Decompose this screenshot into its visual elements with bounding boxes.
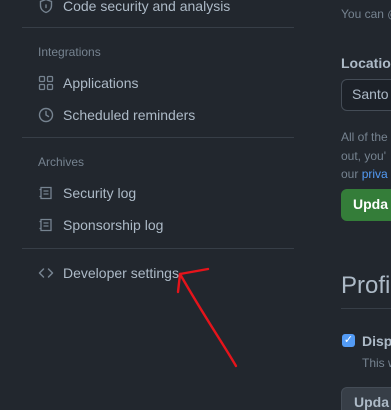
shield-lock-icon — [38, 0, 54, 14]
sidebar-item-applications[interactable]: Applications — [32, 67, 294, 99]
update-preferences-button[interactable]: Upda — [341, 387, 391, 410]
divider — [22, 137, 294, 138]
sidebar-item-sponsorship-log[interactable]: Sponsorship log — [32, 209, 294, 241]
sidebar-item-label: Sponsorship log — [63, 217, 164, 233]
location-label: Locatio — [341, 55, 391, 71]
sidebar-item-code-security[interactable]: Code security and analysis — [32, 0, 294, 22]
main-content: You can @ Locatio Santo All of the out, … — [330, 0, 391, 410]
info-text-line: All of the — [341, 130, 388, 144]
log-icon — [38, 217, 54, 233]
display-checkbox-label: Displ — [362, 333, 391, 349]
display-checkbox[interactable]: ✓ — [342, 334, 355, 347]
apps-icon — [38, 75, 54, 91]
sidebar-item-label: Security log — [63, 185, 137, 201]
settings-sidebar: Code security and analysis Integrations … — [22, 0, 294, 410]
clock-icon — [38, 107, 54, 123]
section-heading-archives: Archives — [38, 155, 85, 169]
info-text-line: out, you' — [341, 149, 386, 163]
sidebar-item-security-log[interactable]: Security log — [32, 177, 294, 209]
divider — [341, 308, 391, 309]
sidebar-item-label: Scheduled reminders — [63, 107, 196, 123]
mention-help-text: You can @ — [341, 7, 391, 21]
info-text-prefix: our — [341, 167, 362, 181]
sidebar-item-label: Applications — [63, 75, 139, 91]
update-profile-button[interactable]: Upda — [341, 189, 391, 221]
divider — [22, 27, 294, 28]
section-heading-integrations: Integrations — [38, 45, 101, 59]
info-text-line: our priva — [341, 167, 388, 181]
sidebar-item-label: Developer settings — [63, 265, 179, 281]
code-icon — [38, 265, 54, 281]
sidebar-item-scheduled-reminders[interactable]: Scheduled reminders — [32, 99, 294, 131]
sidebar-item-label: Code security and analysis — [63, 0, 231, 14]
divider — [22, 248, 294, 249]
profile-section-title: Profi — [341, 272, 391, 299]
sidebar-item-developer-settings[interactable]: Developer settings — [32, 257, 294, 289]
location-input[interactable]: Santo — [341, 79, 391, 111]
display-help-text: This w — [362, 356, 391, 370]
privacy-link[interactable]: priva — [362, 167, 388, 181]
log-icon — [38, 185, 54, 201]
